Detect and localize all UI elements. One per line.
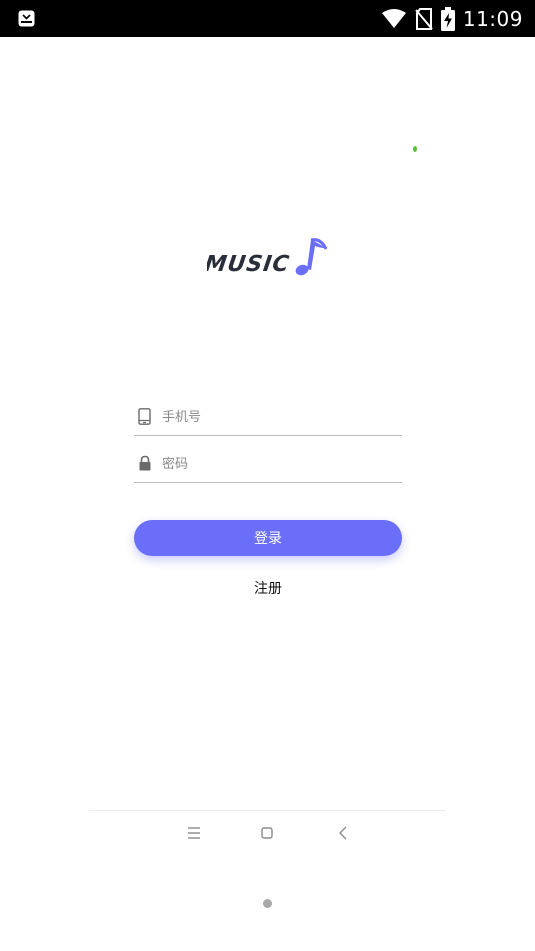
- phone-field: [134, 399, 402, 436]
- lock-icon: [139, 455, 151, 471]
- status-icons: 11:09: [381, 0, 523, 37]
- logo-text: MUSIC: [207, 251, 291, 277]
- music-note-icon: [295, 238, 328, 276]
- register-link[interactable]: 注册: [218, 578, 318, 600]
- back-chevron-icon[interactable]: [331, 822, 355, 844]
- login-button[interactable]: 登录: [134, 520, 402, 556]
- menu-icon[interactable]: [182, 822, 206, 844]
- music-logo: MUSIC: [207, 238, 328, 277]
- home-square-icon[interactable]: [255, 822, 279, 844]
- password-field: [134, 446, 402, 483]
- nav-divider: [89, 810, 446, 811]
- password-input[interactable]: [162, 452, 392, 476]
- no-sim-icon: [415, 7, 433, 30]
- status-bar: 11:09: [0, 0, 535, 37]
- status-time: 11:09: [462, 6, 523, 31]
- phone-input[interactable]: [162, 405, 392, 429]
- notification-app-icon: [18, 10, 35, 27]
- battery-charging-icon: [440, 6, 455, 31]
- bottom-indicator-dot: [263, 899, 272, 908]
- indicator-dot: [413, 146, 417, 152]
- wifi-icon: [381, 8, 406, 28]
- phone-icon: [138, 408, 151, 425]
